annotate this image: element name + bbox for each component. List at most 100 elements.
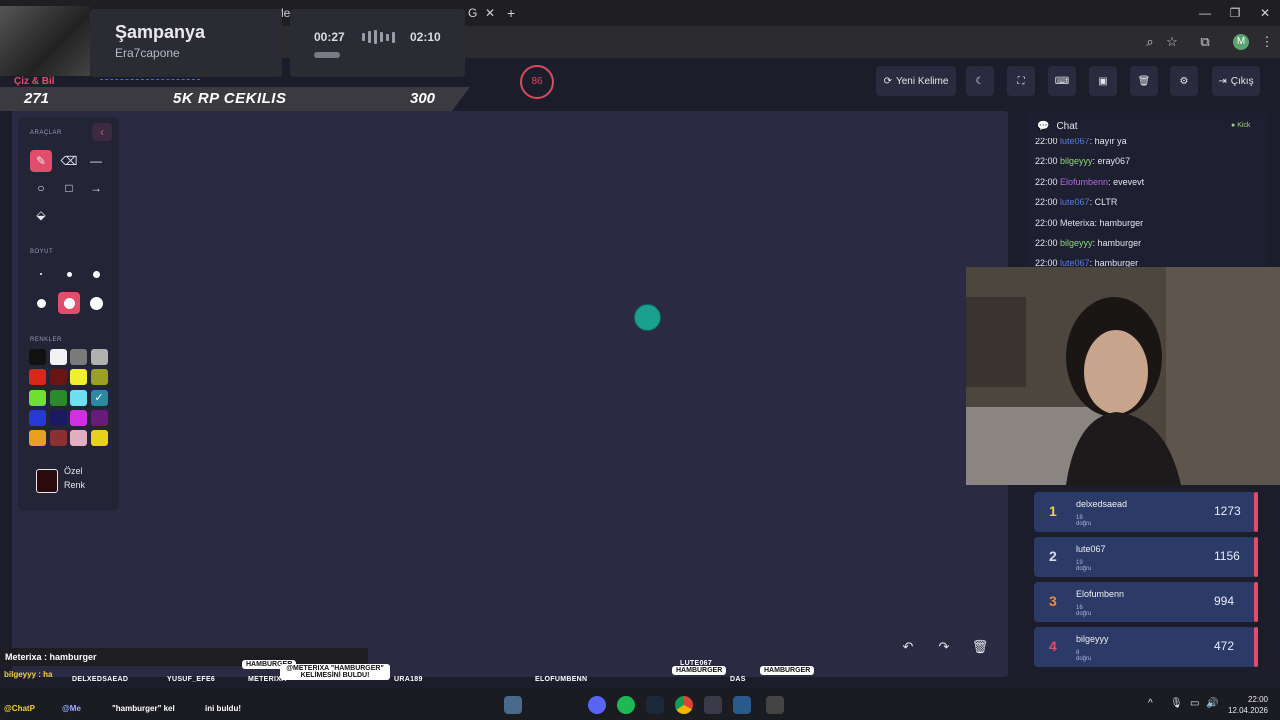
search-icon[interactable]: ⌕ [1139,32,1161,52]
color-swatch[interactable] [70,369,87,386]
color-swatch[interactable] [70,430,87,447]
color-swatch[interactable] [90,349,108,365]
taskbar-app-icon-2[interactable] [704,696,722,714]
check-icon: ✓ [94,391,104,404]
clock-date: 12.04.2026 [1227,706,1268,715]
eraser-tool[interactable]: ⌫ [58,150,80,172]
player-name: URA189 [394,676,423,683]
chat-message-text: : eray067 [1092,156,1131,167]
leaderboard-score: 1273 [1214,504,1241,518]
line-icon: — [90,154,102,168]
custom-color-swatch[interactable] [36,469,58,493]
color-swatch[interactable] [90,369,108,386]
chat-message-user[interactable]: bilgeyyy [1060,156,1093,166]
circle-tool[interactable]: ○ [30,177,52,199]
pencil-tool[interactable]: ✎ [30,150,52,172]
taskbar-app-icon-3[interactable] [733,696,751,714]
song-title: Şampanya [115,22,206,42]
archive-button[interactable]: ▣ [1089,66,1117,96]
color-swatch[interactable] [70,349,87,365]
size-option-5[interactable] [58,292,80,314]
display-icon[interactable]: ▭ [1190,698,1199,709]
song-progress-bar [314,52,340,58]
chrome-icon[interactable] [675,696,693,714]
banner-right-value: 300 [410,90,436,107]
chat-message-user[interactable]: lute067 [1060,197,1090,207]
player-name: DELXEDSAEAD [72,676,129,683]
size-option-1[interactable] [30,263,52,285]
browser-menu-icon[interactable]: ⋮ [1256,32,1278,52]
new-tab-button[interactable]: + [507,5,515,21]
color-swatch[interactable] [49,349,67,365]
refresh-icon: ⟳ [883,75,892,87]
fill-tool[interactable]: ⬙ [30,204,52,226]
tab-close-icon[interactable]: ✕ [485,6,495,20]
extensions-icon[interactable]: ⧉ [1194,32,1216,52]
collapse-panel-button[interactable]: ‹ [92,123,112,141]
color-swatch[interactable] [29,389,46,406]
rectangle-tool[interactable]: □ [58,177,80,199]
discord-icon[interactable] [588,696,606,714]
chat-message-user[interactable]: lute067 [1060,138,1090,146]
steam-icon[interactable] [646,696,664,714]
taskbar-app-icon-1[interactable] [504,696,522,714]
drawing-canvas[interactable] [12,111,1008,677]
color-swatch[interactable] [49,409,67,426]
profile-avatar[interactable]: M [1233,34,1249,50]
song-current-time: 00:27 [314,30,345,44]
spotify-icon[interactable] [617,696,635,714]
size-option-6[interactable] [85,292,107,314]
leaderboard-row-accent [1254,627,1258,667]
chat-message-user[interactable]: bilgeyyy [1060,238,1093,248]
banner-title: 5K RP CEKILIS [173,90,287,107]
minimize-button[interactable]: — [1190,4,1220,22]
microphone-icon[interactable]: 🎙 [1170,698,1183,709]
color-swatch[interactable] [29,430,46,447]
chat-message-text: : hamburger [1094,217,1144,228]
size-option-4[interactable] [30,292,52,314]
color-swatch[interactable] [70,409,87,426]
settings-button[interactable]: ⚙ [1170,66,1198,96]
player-name: DAS [730,676,746,683]
color-swatch[interactable] [29,369,46,386]
chat-message-list: 22:00 lute067: hayır ya 22:00 bilgeyyy: e… [1035,138,1265,268]
system-clock[interactable]: 22:00 12.04.2026 [1210,694,1268,716]
close-window-button[interactable]: ✕ [1250,4,1280,22]
redo-button[interactable]: ↷ [931,636,957,658]
logout-icon: ⇥ [1218,75,1227,87]
trash-button[interactable]: 🗑 [1130,66,1158,96]
size-option-2[interactable] [58,263,80,285]
bookmark-star-icon[interactable]: ☆ [1161,32,1183,52]
line-tool[interactable]: — [85,150,107,172]
maximize-button[interactable]: ❐ [1220,4,1250,22]
chat-message-user[interactable]: Meterixa [1060,218,1095,228]
color-swatch[interactable]: ✓ [90,389,108,406]
color-swatch[interactable] [90,430,108,447]
player-name: YUSUF_EFE6 [167,676,216,683]
color-swatch[interactable] [29,409,46,426]
new-word-button[interactable]: ⟳ Yeni Kelime [876,66,956,96]
chat-message-user[interactable]: Elofumbenn [1060,177,1108,187]
chat-message-time: 22:00 [1035,156,1061,167]
moon-icon: ☾ [975,75,985,87]
taskbar-app-icon-4[interactable] [766,696,784,714]
redo-icon: ↷ [938,639,950,654]
keyboard-button[interactable]: ⌨ [1048,66,1076,96]
leaderboard-rank: 2 [1049,548,1057,564]
color-swatch[interactable] [49,389,67,406]
arrow-tool[interactable]: → [85,177,107,199]
size-option-3[interactable] [85,263,107,285]
color-swatch[interactable] [29,349,46,365]
color-swatch[interactable] [70,389,87,406]
paint-bucket-icon: ⬙ [36,208,46,222]
clear-canvas-button[interactable]: 🗑 [967,636,993,658]
fullscreen-button[interactable]: ⛶ [1007,66,1035,96]
color-swatch[interactable] [49,369,67,386]
color-swatch[interactable] [49,430,67,447]
color-swatch[interactable] [90,409,108,426]
exit-button[interactable]: ⇥ Çıkış [1212,66,1260,96]
tray-chevron-icon[interactable]: ^ [1148,698,1153,709]
theme-toggle-button[interactable]: ☾ [966,66,994,96]
undo-button[interactable]: ↶ [895,636,921,658]
trash-icon: 🗑 [1137,75,1151,87]
